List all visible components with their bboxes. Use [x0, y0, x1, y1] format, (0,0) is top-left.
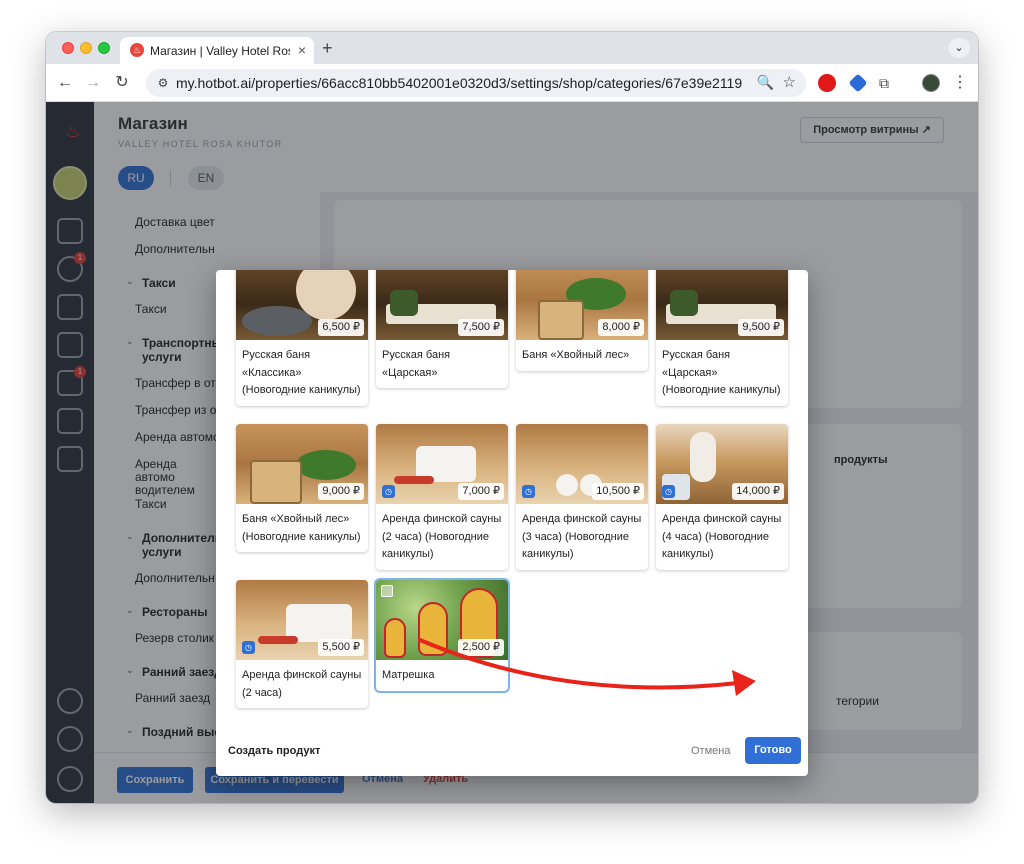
tab-title: Магазин | Valley Hotel Rosa Kh	[150, 44, 290, 58]
modal-cancel-link[interactable]: Отмена	[691, 745, 730, 757]
profile-avatar[interactable]	[922, 74, 940, 92]
product-card-selected[interactable]: 2,500 ₽ Матрешка	[376, 580, 508, 691]
address-bar[interactable]: ⚙ my.hotbot.ai/properties/66acc810bb5402…	[146, 69, 806, 97]
extensions-puzzle-icon[interactable]: ⧉	[879, 74, 897, 92]
done-button[interactable]: Готово	[745, 737, 801, 764]
product-name: Русская баня «Царская» (Новогодние каник…	[662, 349, 781, 396]
browser-tab[interactable]: ♨ Магазин | Valley Hotel Rosa Kh ×	[120, 37, 314, 64]
product-image: 2,500 ₽	[376, 580, 508, 660]
product-name: Матрешка	[382, 669, 435, 681]
product-image: ◷ 5,500 ₽	[236, 580, 368, 660]
product-card[interactable]: ◷ 14,000 ₽ Аренда финской сауны (4 часа)…	[656, 424, 788, 570]
product-image: 9,500 ₽	[656, 270, 788, 340]
price-tag: 9,000 ₽	[318, 483, 364, 500]
clock-icon: ◷	[662, 485, 675, 498]
product-name: Русская баня «Классика» (Новогодние кани…	[242, 349, 361, 396]
price-tag: 14,000 ₽	[732, 483, 784, 500]
maximize-window-button[interactable]	[98, 42, 110, 54]
product-card[interactable]: ◷ 7,000 ₽ Аренда финской сауны (2 часа) …	[376, 424, 508, 570]
clock-icon: ◷	[522, 485, 535, 498]
extension-red-icon[interactable]	[818, 74, 836, 92]
extension-blue-icon[interactable]	[848, 73, 868, 93]
price-tag: 2,500 ₽	[458, 639, 504, 656]
product-image: ◷ 7,000 ₽	[376, 424, 508, 504]
price-tag: 7,500 ₽	[458, 319, 504, 336]
product-name: Баня «Хвойный лес»	[522, 349, 630, 361]
title-bar: ♨ Магазин | Valley Hotel Rosa Kh × + ⌄	[46, 32, 978, 64]
product-name: Аренда финской сауны (2 часа) (Новогодни…	[382, 513, 502, 560]
product-image: 7,500 ₽	[376, 270, 508, 340]
product-image: ◷ 10,500 ₽	[516, 424, 648, 504]
clock-icon: ◷	[242, 641, 255, 654]
browser-window: ♨ Магазин | Valley Hotel Rosa Kh × + ⌄ ←…	[46, 32, 978, 803]
product-image: ◷ 14,000 ₽	[656, 424, 788, 504]
price-tag: 7,000 ₽	[458, 483, 504, 500]
product-name: Баня «Хвойный лес» (Новогодние каникулы)	[242, 513, 361, 543]
browser-toolbar: ← → ↻ ⚙ my.hotbot.ai/properties/66acc810…	[46, 64, 978, 102]
tab-close-icon[interactable]: ×	[298, 42, 306, 58]
product-name: Аренда финской сауны (2 часа)	[242, 669, 362, 699]
product-card[interactable]: 9,500 ₽ Русская баня «Царская» (Новогодн…	[656, 270, 788, 406]
product-name: Русская баня «Царская»	[382, 349, 451, 379]
minimize-window-button[interactable]	[80, 42, 92, 54]
zoom-icon[interactable]: 🔍	[757, 74, 774, 91]
url-text[interactable]: my.hotbot.ai/properties/66acc810bb540200…	[176, 75, 742, 91]
product-image: 6,500 ₽	[236, 270, 368, 340]
product-image: 8,000 ₽	[516, 270, 648, 340]
browser-menu-icon[interactable]: ⋮	[952, 72, 968, 92]
forward-icon[interactable]: →	[82, 72, 104, 94]
favicon-icon: ♨	[130, 43, 144, 57]
product-card[interactable]: ◷ 10,500 ₽ Аренда финской сауны (3 часа)…	[516, 424, 648, 570]
product-name: Аренда финской сауны (4 часа) (Новогодни…	[662, 513, 782, 560]
product-card[interactable]: 9,000 ₽ Баня «Хвойный лес» (Новогодние к…	[236, 424, 368, 552]
product-card[interactable]: 7,500 ₽ Русская баня «Царская»	[376, 270, 508, 388]
copy-icon[interactable]	[381, 585, 393, 597]
price-tag: 10,500 ₽	[592, 483, 644, 500]
product-card[interactable]: 8,000 ₽ Баня «Хвойный лес»	[516, 270, 648, 371]
product-card[interactable]: 6,500 ₽ Русская баня «Классика» (Новогод…	[236, 270, 368, 406]
price-tag: 8,000 ₽	[598, 319, 644, 336]
new-tab-icon[interactable]: +	[322, 38, 333, 59]
tab-list-icon[interactable]: ⌄	[948, 38, 970, 58]
clock-icon: ◷	[382, 485, 395, 498]
site-settings-icon[interactable]: ⚙	[154, 74, 172, 92]
price-tag: 9,500 ₽	[738, 319, 784, 336]
create-product-link[interactable]: Создать продукт	[228, 745, 320, 757]
close-window-button[interactable]	[62, 42, 74, 54]
back-icon[interactable]: ←	[54, 72, 76, 94]
product-name: Аренда финской сауны (3 часа) (Новогодни…	[522, 513, 642, 560]
app-area: ♨ 1 1 Магазин VALLEY HOTEL ROSA KHUTOR П…	[46, 102, 978, 803]
price-tag: 6,500 ₽	[318, 319, 364, 336]
reload-icon[interactable]: ↻	[111, 72, 133, 94]
price-tag: 5,500 ₽	[318, 639, 364, 656]
bookmark-star-icon[interactable]: ☆	[783, 73, 796, 91]
product-picker-modal: 6,500 ₽ Русская баня «Классика» (Новогод…	[216, 270, 808, 776]
product-card[interactable]: ◷ 5,500 ₽ Аренда финской сауны (2 часа)	[236, 580, 368, 708]
product-image: 9,000 ₽	[236, 424, 368, 504]
